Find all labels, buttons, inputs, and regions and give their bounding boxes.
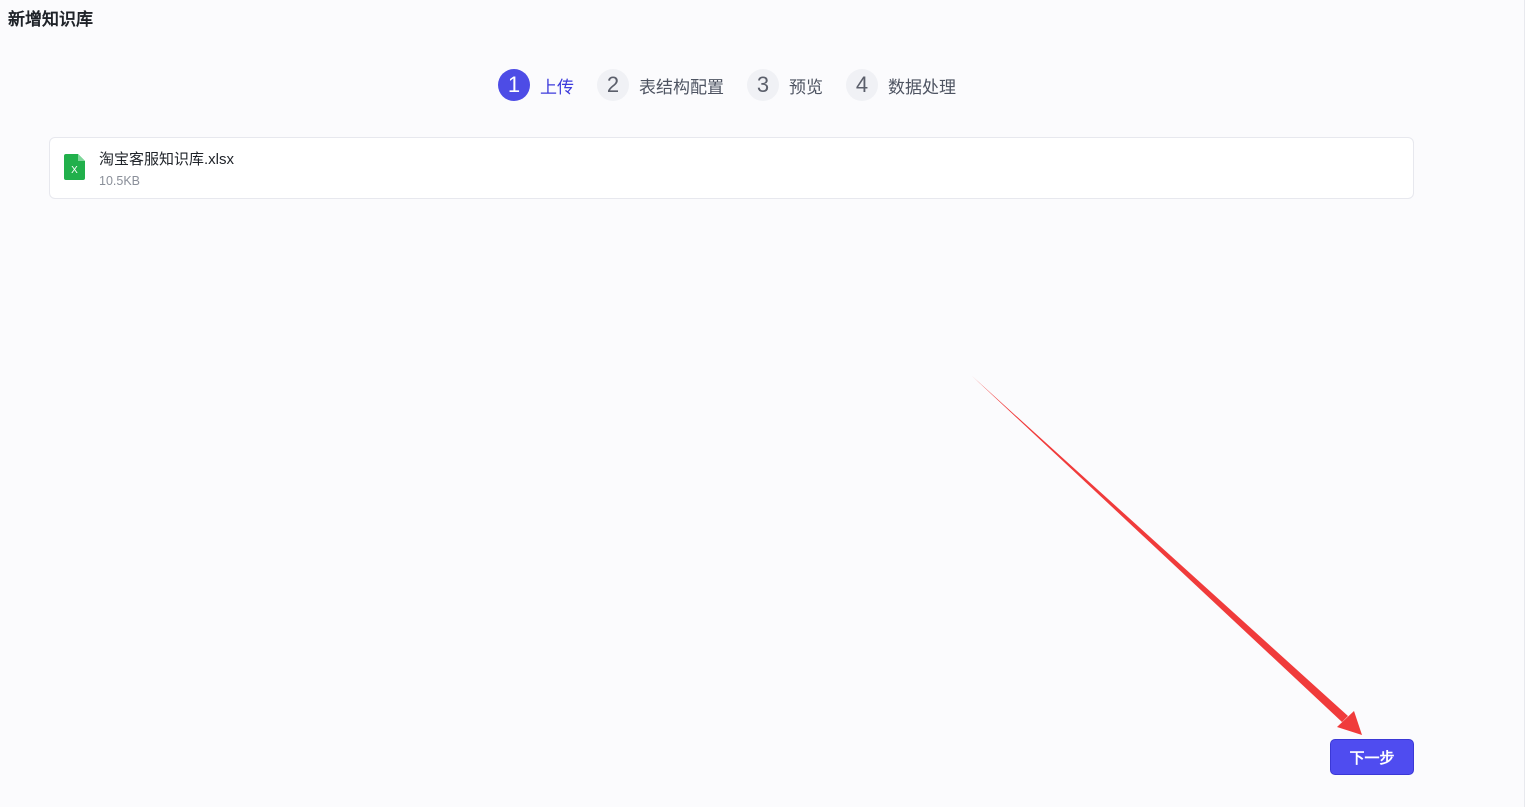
step-number: 2	[597, 69, 629, 101]
step-table-structure-config[interactable]: 2 表结构配置	[597, 69, 724, 101]
step-label: 数据处理	[888, 77, 956, 97]
step-label: 上传	[540, 77, 574, 97]
steps-progress: 1 上传 2 表结构配置 3 预览 4 数据处理	[498, 68, 956, 102]
right-scrollbar-track[interactable]	[1524, 0, 1537, 807]
step-number: 3	[747, 69, 779, 101]
next-step-button[interactable]: 下一步	[1330, 739, 1414, 775]
file-icon-letter: X	[71, 165, 78, 176]
file-name: 淘宝客服知识库.xlsx	[99, 151, 235, 168]
step-upload[interactable]: 1 上传	[498, 69, 574, 101]
step-preview[interactable]: 3 预览	[747, 69, 823, 101]
excel-file-icon: X	[64, 154, 85, 180]
uploaded-file-card[interactable]: X 淘宝客服知识库.xlsx 10.5KB	[49, 137, 1414, 199]
step-data-processing[interactable]: 4 数据处理	[846, 69, 956, 101]
page-title: 新增知识库	[8, 10, 93, 29]
step-label: 预览	[789, 77, 823, 97]
step-label: 表结构配置	[639, 77, 724, 97]
annotation-arrow	[972, 376, 1362, 735]
file-size: 10.5KB	[99, 174, 141, 188]
arrow-head	[1337, 711, 1362, 735]
step-number: 1	[498, 69, 530, 101]
arrow-shaft	[972, 376, 1348, 722]
step-number: 4	[846, 69, 878, 101]
